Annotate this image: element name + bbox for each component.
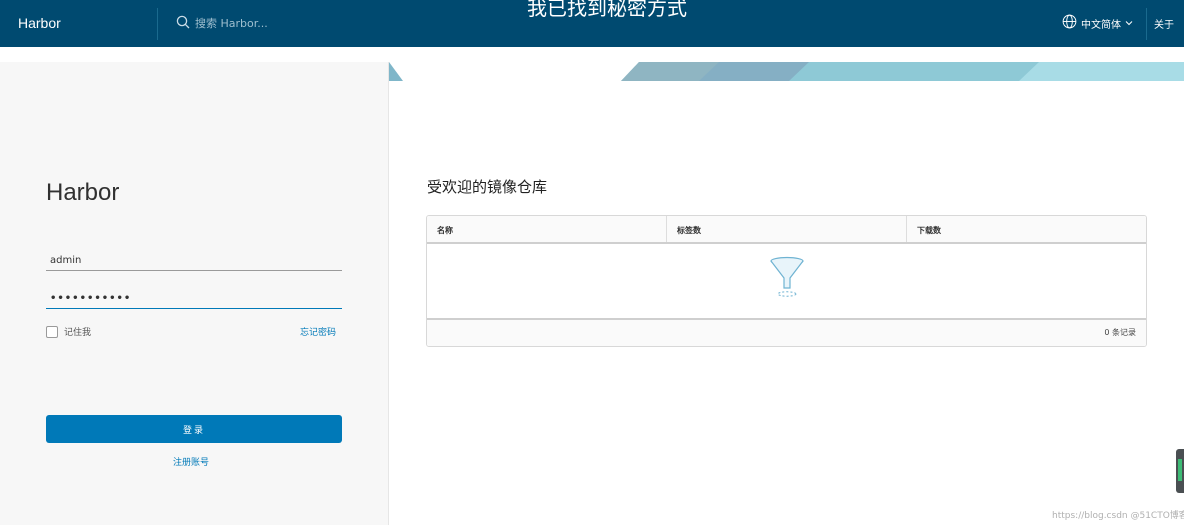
empty-funnel-icon: [769, 256, 805, 304]
search-icon: [176, 14, 190, 33]
username-field-wrapper: [46, 248, 342, 271]
login-title: Harbor: [46, 179, 120, 206]
forgot-password-link[interactable]: 忘记密码: [300, 325, 336, 338]
record-count: 0 条记录: [1104, 328, 1136, 337]
search-input[interactable]: [195, 17, 355, 30]
decorative-banner: [389, 62, 1184, 81]
language-label: 中文简体: [1081, 19, 1121, 31]
login-button[interactable]: 登录: [46, 415, 342, 443]
language-selector[interactable]: 中文简体: [1062, 14, 1133, 32]
about-link[interactable]: 关于: [1154, 16, 1174, 31]
floating-side-widget[interactable]: [1176, 449, 1184, 493]
column-header-pulls[interactable]: 下载数: [907, 216, 1146, 242]
widget-indicator: [1178, 459, 1182, 481]
column-header-name[interactable]: 名称: [427, 216, 667, 242]
remember-checkbox[interactable]: [46, 325, 58, 338]
overlay-caption: 我已找到秘密方式: [527, 0, 687, 20]
global-search[interactable]: [176, 14, 355, 33]
table-header: 名称 标签数 下载数: [427, 216, 1146, 244]
popular-repos-title: 受欢迎的镜像仓库: [427, 178, 548, 196]
password-field[interactable]: [46, 289, 342, 308]
top-header: Harbor 我已找到秘密方式 中文简体 关于: [0, 0, 1184, 47]
watermark-text: https://blog.csdn @51CTO博客: [1052, 511, 1184, 521]
popular-repos-table: 名称 标签数 下载数 0 条记录: [426, 215, 1147, 347]
brand-name[interactable]: Harbor: [18, 15, 61, 31]
table-footer: 0 条记录: [427, 320, 1146, 346]
header-divider: [157, 8, 158, 40]
remember-me[interactable]: 记住我: [46, 325, 91, 338]
header-divider-right: [1146, 8, 1147, 40]
globe-icon: [1062, 14, 1077, 32]
chevron-down-icon: [1125, 18, 1133, 29]
table-body: [427, 244, 1146, 320]
password-field-wrapper: [46, 286, 342, 309]
login-panel: Harbor 记住我 忘记密码 登录 注册账号: [0, 62, 389, 525]
signup-link[interactable]: 注册账号: [173, 455, 209, 468]
column-header-tags[interactable]: 标签数: [667, 216, 907, 242]
remember-label: 记住我: [64, 328, 92, 338]
username-field[interactable]: [46, 251, 342, 270]
